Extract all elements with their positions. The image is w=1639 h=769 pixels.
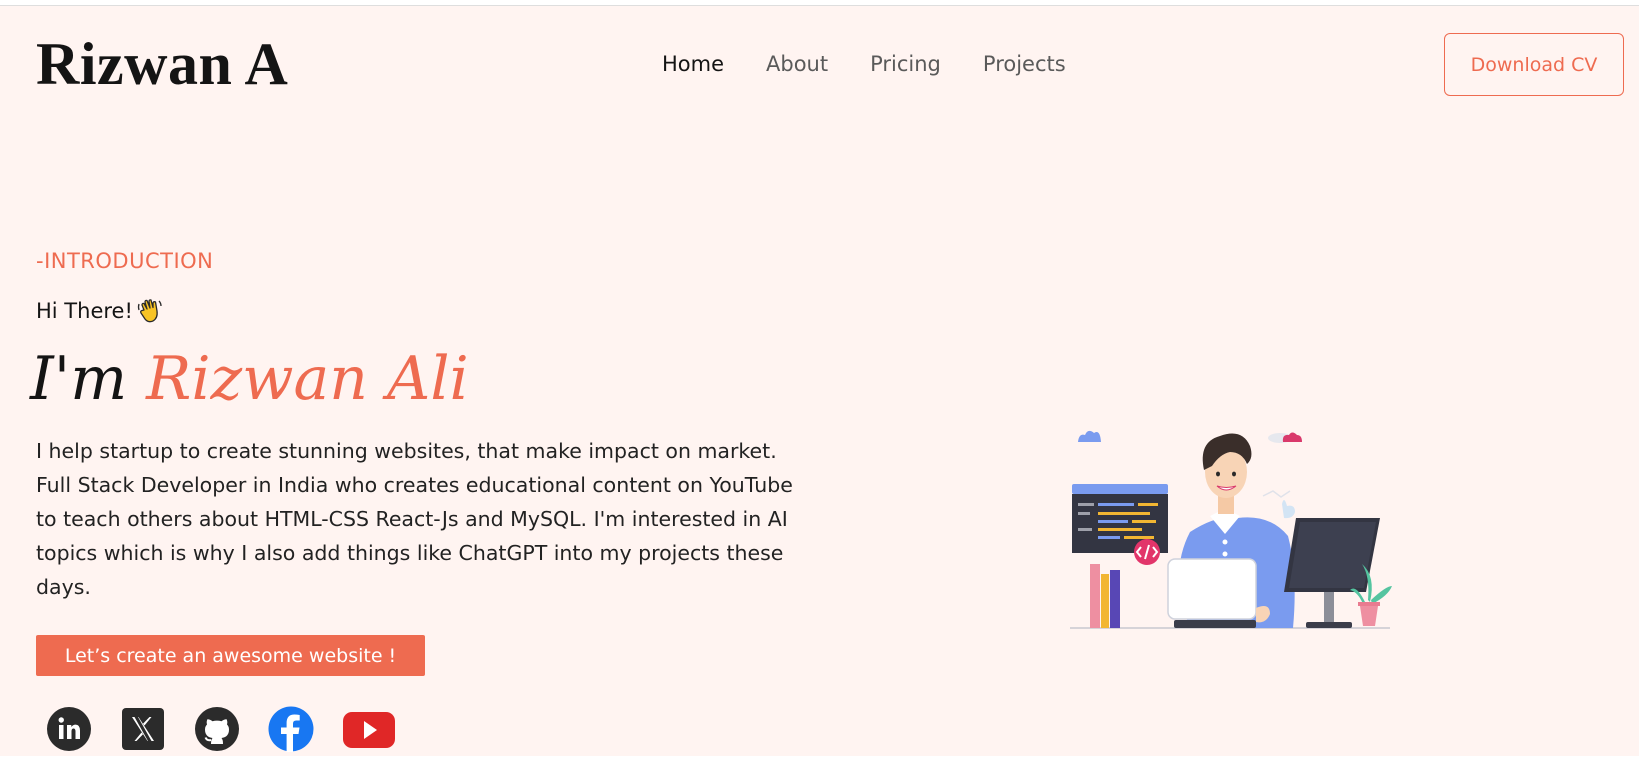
hero-description: I help startup to create stunning websit… bbox=[36, 439, 793, 599]
headline-name: Rizwan Ali bbox=[146, 344, 469, 414]
headline: I'm Rizwan Ali bbox=[30, 346, 469, 412]
greeting: Hi There! bbox=[36, 298, 163, 324]
cta-button[interactable]: Let’s create an awesome website ! bbox=[36, 635, 425, 676]
x-icon[interactable] bbox=[120, 706, 166, 752]
linkedin-icon[interactable] bbox=[46, 706, 92, 752]
nav-projects[interactable]: Projects bbox=[983, 52, 1066, 76]
main-nav: Home About Pricing Projects bbox=[662, 52, 1108, 76]
brand-logo[interactable]: Rizwan A bbox=[36, 30, 288, 99]
greeting-text: Hi There! bbox=[36, 299, 133, 323]
waving-hand-icon bbox=[137, 299, 162, 323]
social-links bbox=[46, 706, 424, 752]
headline-prefix: I'm bbox=[30, 344, 147, 414]
download-cv-button[interactable]: Download CV bbox=[1444, 33, 1624, 96]
nav-about[interactable]: About bbox=[766, 52, 828, 76]
page: Rizwan A Home About Pricing Projects Dow… bbox=[0, 5, 1639, 756]
nav-pricing[interactable]: Pricing bbox=[870, 52, 941, 76]
nav-home[interactable]: Home bbox=[662, 52, 724, 76]
facebook-icon[interactable] bbox=[268, 706, 314, 752]
intro-tag: -INTRODUCTION bbox=[36, 249, 214, 273]
youtube-icon[interactable] bbox=[342, 706, 396, 752]
developer-illustration bbox=[1070, 430, 1392, 629]
github-icon[interactable] bbox=[194, 706, 240, 752]
